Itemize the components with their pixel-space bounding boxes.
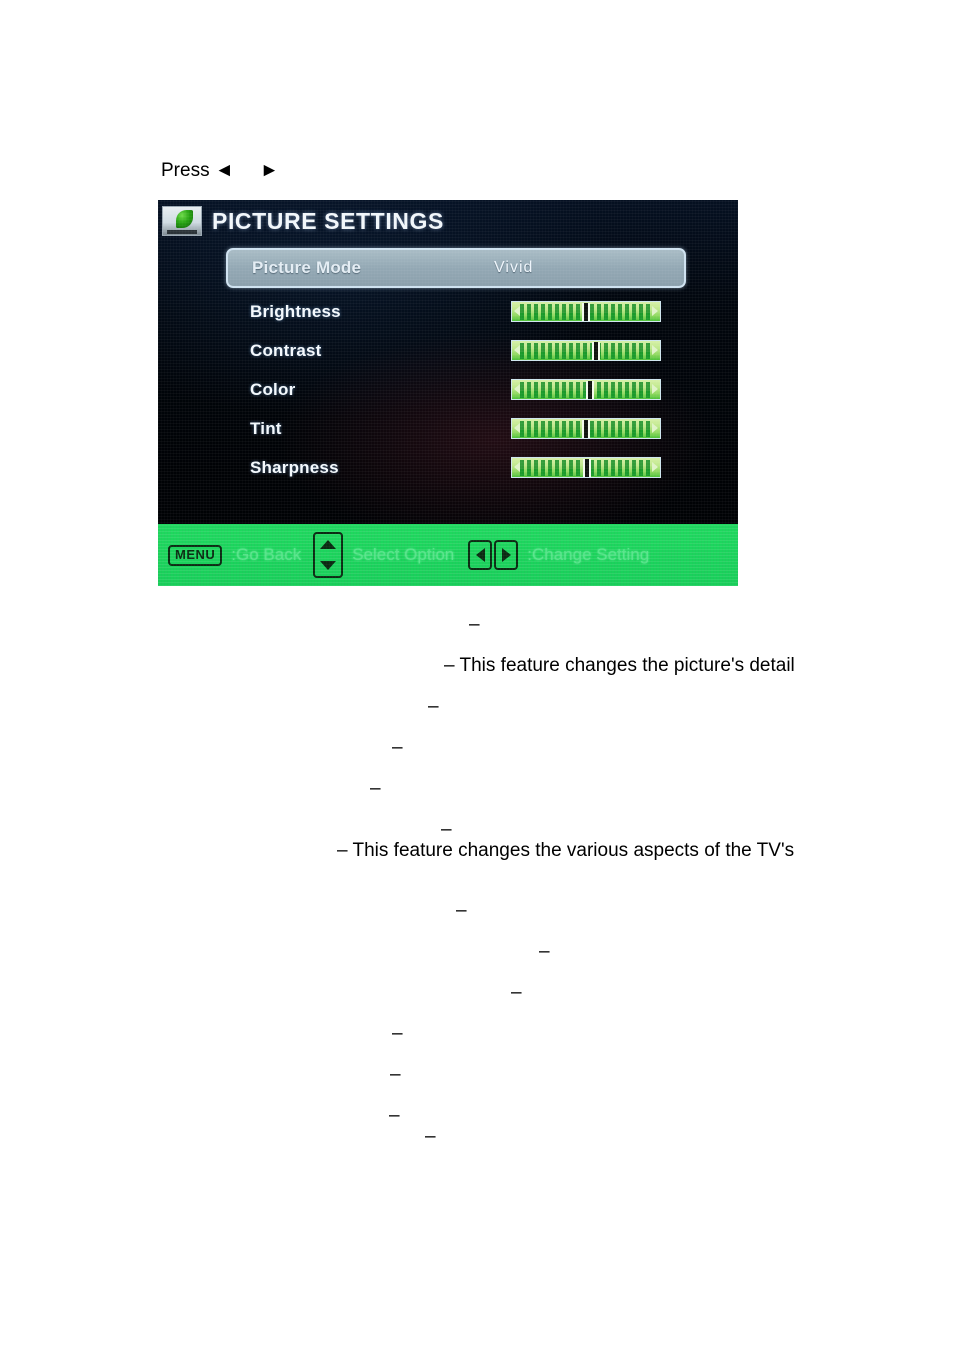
slider-ticks-lower [520, 352, 652, 359]
tv-leaf-thumbnail-icon [162, 206, 202, 236]
change-setting-hint: :Change Setting [527, 545, 650, 564]
osd-menu-list: Picture Mode Vivid Brightness Contrast C… [226, 248, 686, 487]
menu-row-label: Brightness [250, 301, 341, 321]
menu-row-brightness[interactable]: Brightness [226, 292, 686, 331]
sharpness-slider[interactable] [511, 457, 661, 478]
leaf-shape-icon [176, 210, 193, 228]
slider-marker[interactable] [585, 459, 590, 477]
arrow-left-key[interactable] [468, 540, 493, 570]
slider-left-arrow-icon[interactable] [514, 462, 520, 472]
up-down-keys-icon[interactable] [313, 532, 344, 578]
slider-left-arrow-icon[interactable] [514, 384, 520, 394]
body-line-6: – [441, 819, 452, 840]
go-back-hint: :Go Back [231, 545, 302, 564]
menu-row-picture-mode[interactable]: Picture Mode Vivid [226, 248, 686, 288]
select-option-hint: Select Option [352, 545, 455, 564]
body-line-13: – [389, 1105, 400, 1126]
slider-right-arrow-icon[interactable] [652, 306, 658, 316]
menu-row-contrast[interactable]: Contrast [226, 331, 686, 370]
osd-header: PICTURE SETTINGS [158, 202, 738, 240]
tv-stand-shape [167, 230, 197, 234]
body-line-1: – [469, 614, 480, 635]
slider-right-arrow-icon[interactable] [652, 384, 658, 394]
left-right-keys-icon[interactable] [468, 540, 519, 570]
slider-left-arrow-icon[interactable] [514, 345, 520, 355]
body-line-12: – [390, 1064, 401, 1085]
slider-left-arrow-icon[interactable] [514, 423, 520, 433]
menu-row-label: Sharpness [250, 457, 339, 477]
body-line-5: – [370, 778, 381, 799]
brightness-slider[interactable] [511, 301, 661, 322]
body-line-9: – [539, 941, 550, 962]
menu-button-key[interactable]: MENU [168, 544, 223, 566]
body-line-10: – [511, 982, 522, 1003]
instruction-line-1: Press ◄ ► [161, 160, 279, 181]
tint-slider[interactable] [511, 418, 661, 439]
slider-ticks-lower [520, 391, 652, 398]
menu-row-tint[interactable]: Tint [226, 409, 686, 448]
slider-marker[interactable] [584, 420, 588, 438]
menu-row-label: Color [250, 379, 296, 399]
slider-left-arrow-icon[interactable] [514, 306, 520, 316]
menu-row-label: Contrast [250, 340, 322, 360]
slider-right-arrow-icon[interactable] [652, 423, 658, 433]
osd-hint-bar: MENU :Go Back Select Option :Change Sett… [158, 524, 738, 586]
menu-row-label: Tint [250, 418, 282, 438]
slider-marker[interactable] [594, 342, 599, 360]
body-line-2: – This feature changes the picture's det… [444, 655, 795, 676]
slider-right-arrow-icon[interactable] [652, 462, 658, 472]
contrast-slider[interactable] [511, 340, 661, 361]
color-slider[interactable] [511, 379, 661, 400]
body-line-3: – [428, 696, 439, 717]
picture-mode-value: Vivid [494, 259, 534, 276]
slider-right-arrow-icon[interactable] [652, 345, 658, 355]
arrow-up-icon [320, 540, 337, 549]
arrow-right-icon [501, 548, 511, 562]
slider-marker[interactable] [588, 381, 593, 399]
arrow-right-key[interactable] [494, 540, 519, 570]
body-line-4: – [392, 737, 403, 758]
picture-settings-osd: PICTURE SETTINGS Picture Mode Vivid Brig… [158, 200, 738, 586]
osd-title: PICTURE SETTINGS [212, 207, 444, 234]
body-line-11: – [392, 1023, 403, 1044]
body-line-8: – [456, 900, 467, 921]
menu-row-color[interactable]: Color [226, 370, 686, 409]
menu-row-label: Picture Mode [252, 258, 362, 277]
slider-marker[interactable] [584, 303, 588, 321]
body-line-7: – This feature changes the various aspec… [337, 840, 795, 861]
arrow-left-icon [475, 548, 485, 562]
body-line-14: – [425, 1126, 436, 1147]
arrow-down-icon [320, 561, 337, 570]
menu-row-sharpness[interactable]: Sharpness [226, 448, 686, 487]
